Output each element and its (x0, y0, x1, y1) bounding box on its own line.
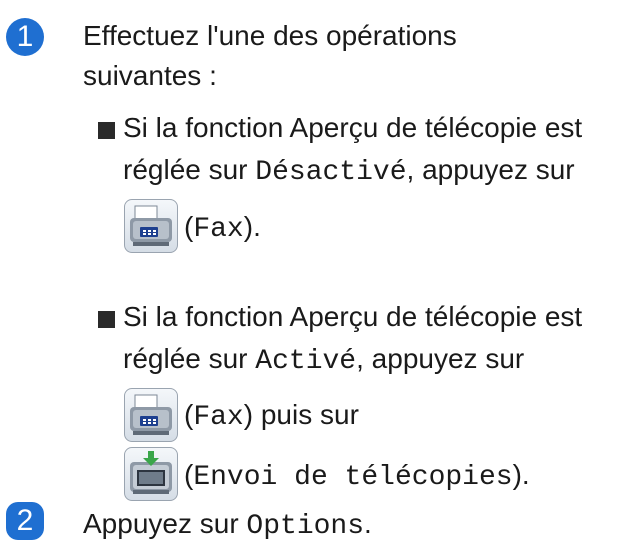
paren-open: ( (184, 459, 194, 490)
bullet-1-line-2: réglée sur Désactivé, appuyez sur (123, 150, 575, 193)
sending-faxes-icon (124, 447, 178, 501)
step-2-badge: 2 (6, 502, 44, 540)
step-1-text-line-2: suivantes : (83, 60, 217, 91)
bullet-2-prefix: réglée sur (123, 343, 256, 374)
bullet-1-line-1: Si la fonction Aperçu de télécopie est (123, 112, 583, 143)
bullet-1-line-3: (Fax). (184, 207, 261, 250)
fax-label: Fax (193, 402, 244, 433)
fax-icon (124, 199, 178, 253)
paren-close: ). (243, 211, 261, 242)
bullet-2-then-text: ) puis sur (243, 399, 359, 430)
bullet-2-line-4: (Envoi de télécopies). (184, 455, 530, 498)
bullet-2-suffix: , appuyez sur (356, 343, 525, 374)
paren-open: ( (184, 211, 194, 242)
bullet-2-line-1: Si la fonction Aperçu de télécopie est (123, 301, 583, 332)
paren-open: ( (184, 399, 194, 430)
fax-label: Fax (193, 214, 244, 245)
sending-faxes-label: Envoi de télécopies (193, 462, 513, 493)
bullet-2-line-2: réglée sur Activé, appuyez sur (123, 339, 524, 382)
step-1-badge: 1 (6, 18, 44, 56)
step-2-text: Appuyez sur Options. (83, 504, 372, 547)
bullet-1-prefix: réglée sur (123, 154, 256, 185)
bullet-marker (98, 122, 115, 139)
paren-close: ). (512, 459, 530, 490)
bullet-1-suffix: , appuyez sur (406, 154, 575, 185)
setting-value-active: Activé (255, 346, 357, 377)
bullet-2-line-3: (Fax) puis sur (184, 395, 359, 438)
options-label: Options (246, 511, 365, 542)
step-2-prefix: Appuyez sur (83, 508, 247, 539)
step-2-suffix: . (364, 508, 372, 539)
fax-icon (124, 388, 178, 442)
setting-value-desactive: Désactivé (255, 157, 407, 188)
bullet-marker (98, 311, 115, 328)
step-1-text-line-1: Effectuez l'une des opérations (83, 20, 457, 51)
